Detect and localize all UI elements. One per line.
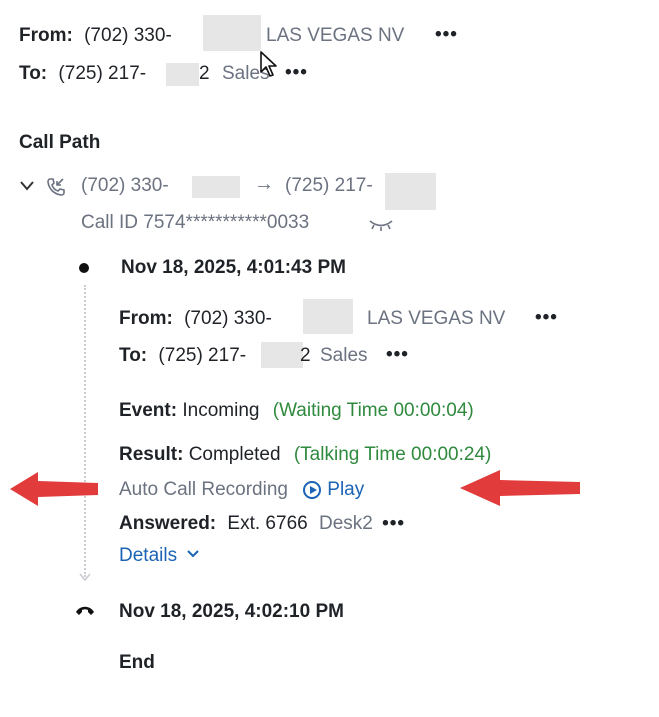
to-label: To: [119, 345, 148, 366]
path-from-number: (702) 330- [81, 175, 169, 196]
eye-hidden-icon[interactable] [367, 218, 395, 232]
event-value: Incoming [182, 400, 260, 421]
event1-timestamp: Nov 18, 2025, 4:01:43 PM [121, 257, 346, 278]
redaction-block [203, 15, 261, 51]
result-value: Completed [188, 444, 281, 465]
waiting-time: (Waiting Time 00:00:04) [272, 400, 474, 421]
redaction-block [303, 299, 353, 334]
timeline-arrow-icon [79, 573, 91, 582]
more-options-icon[interactable]: ••• [285, 62, 308, 84]
timeline-dot [79, 263, 89, 273]
redaction-block [192, 176, 240, 198]
to-suffix: 2 [199, 63, 210, 84]
call-id: Call ID 7574***********0033 [81, 212, 310, 233]
header-from-row: From: (702) 330- [19, 25, 172, 47]
more-options-icon[interactable]: ••• [435, 24, 458, 46]
event2-timestamp: Nov 18, 2025, 4:02:10 PM [119, 601, 344, 622]
from-number[interactable]: (702) 330- [184, 308, 272, 329]
to-suffix: 2 [300, 345, 311, 366]
red-arrow-left-icon [10, 472, 98, 506]
more-options-icon[interactable]: ••• [382, 513, 405, 534]
more-options-icon[interactable]: ••• [386, 344, 409, 366]
recording-row: Auto Call Recording Play [119, 479, 364, 501]
answered-row: Answered: Ext. 6766 Desk2 ••• [119, 513, 405, 535]
to-number[interactable]: (725) 217- [158, 345, 246, 366]
end-label: End [119, 652, 155, 673]
to-label: To: [19, 63, 48, 84]
from-label: From: [119, 308, 173, 329]
from-number[interactable]: (702) 330- [84, 25, 172, 46]
answered-label: Answered: [119, 513, 217, 534]
event1-from-row: From: (702) 330- [119, 308, 272, 330]
timeline-line [84, 285, 86, 577]
recording-label: Auto Call Recording [119, 479, 288, 500]
event-label: Event: [119, 400, 178, 421]
redaction-block [261, 342, 303, 368]
from-location: LAS VEGAS NV [367, 308, 506, 329]
more-options-icon[interactable]: ••• [535, 307, 558, 329]
from-location: LAS VEGAS NV [266, 25, 405, 46]
hang-up-icon [76, 606, 94, 615]
red-arrow-right-icon [460, 470, 580, 506]
play-button[interactable]: Play [303, 479, 364, 500]
play-label: Play [327, 479, 365, 500]
redaction-block [166, 63, 199, 86]
to-name: Sales [320, 345, 368, 366]
mouse-cursor-icon [260, 51, 277, 77]
event1-to-row: To: (725) 217- [119, 345, 246, 367]
result-row: Result: Completed (Talking Time 00:00:24… [119, 444, 491, 466]
chevron-down-icon [187, 550, 200, 558]
talking-time: (Talking Time 00:00:24) [293, 444, 492, 465]
answered-ext: Ext. 6766 [227, 513, 308, 534]
play-icon [303, 481, 322, 499]
redaction-block [385, 173, 436, 210]
details-toggle[interactable]: Details [119, 545, 200, 567]
path-to-number: (725) 217- [285, 175, 373, 196]
details-label: Details [119, 545, 178, 566]
result-label: Result: [119, 444, 184, 465]
from-label: From: [19, 25, 73, 46]
answered-device: Desk2 [318, 513, 373, 534]
to-number[interactable]: (725) 217- [58, 63, 146, 84]
path-arrow: → [254, 173, 274, 195]
incoming-call-icon [47, 178, 65, 196]
event-row: Event: Incoming (Waiting Time 00:00:04) [119, 400, 474, 422]
call-path-title: Call Path [19, 132, 101, 153]
header-to-row: To: (725) 217- [19, 63, 146, 85]
chevron-down-icon[interactable] [19, 180, 35, 192]
